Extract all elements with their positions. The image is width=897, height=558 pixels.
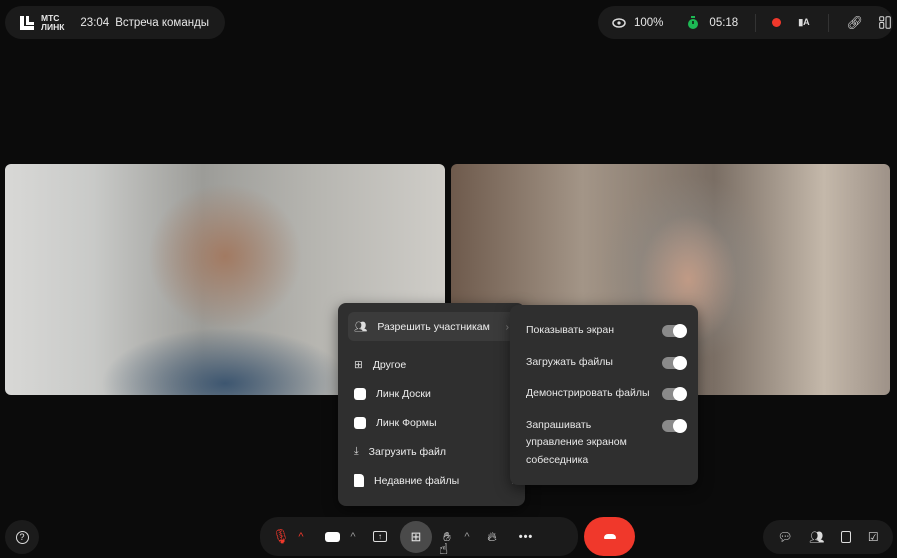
- permission-label: Загружать файлы: [526, 355, 613, 368]
- menu-item-label: Линк Формы: [376, 416, 437, 429]
- side-panels-bar: 💬︎ 👥︎ ☑: [763, 520, 893, 554]
- help-icon: ?: [15, 530, 29, 544]
- flame-icon: 🔥︎: [487, 528, 497, 544]
- reactions-button[interactable]: 🔥︎: [476, 521, 508, 553]
- apps-menu: 👥︎ Разрешить участникам › ⊞ Другое › Линк …: [338, 303, 525, 506]
- timer-icon: [687, 16, 699, 29]
- help-button[interactable]: ?: [5, 520, 39, 554]
- chat-icon[interactable]: 💬︎: [777, 530, 792, 544]
- toggle-upload-files[interactable]: [662, 355, 687, 370]
- mic-options-chevron-icon[interactable]: ^: [294, 531, 308, 543]
- divider: [755, 13, 757, 32]
- permission-label: Показывать экран: [526, 324, 614, 336]
- toggle-present-files[interactable]: [662, 387, 687, 401]
- menu-item-label: Загрузить файл: [368, 445, 446, 458]
- record-icon[interactable]: [772, 18, 782, 27]
- link-forms-icon: [354, 416, 366, 429]
- view-percent: 100%: [634, 16, 664, 29]
- call-toolbar: 🎙︎ ^ ^ ↑ ⊞ ✋︎ ^ 🔥︎ •••: [260, 517, 578, 556]
- more-button[interactable]: •••: [510, 521, 542, 553]
- permission-present-files: Демонстрировать файлы: [510, 385, 698, 403]
- menu-item-link-boards[interactable]: Линк Доски: [338, 379, 525, 408]
- permissions-submenu: Показывать экран Загружать файлы Демонст…: [510, 305, 698, 485]
- meeting-title: Встреча команды: [115, 16, 210, 29]
- permission-request-control: Запрашивать управление экраном собеседни…: [510, 417, 698, 470]
- link-icon[interactable]: 🔗︎: [847, 15, 864, 31]
- logo-line2: ЛИНК: [41, 21, 65, 32]
- eye-icon[interactable]: [612, 17, 626, 28]
- mic-off-icon: 🎙︎: [272, 528, 290, 544]
- layout-icon[interactable]: [879, 16, 891, 29]
- permission-label: Демонстрировать файлы: [526, 387, 650, 399]
- camera-options-chevron-icon[interactable]: ^: [346, 531, 360, 543]
- notes-icon[interactable]: [841, 531, 852, 543]
- meeting-time: 23:04: [80, 16, 110, 29]
- file-icon: [354, 474, 364, 487]
- chevron-right-icon: ›: [505, 320, 510, 333]
- more-icon: •••: [518, 530, 534, 543]
- apps-button[interactable]: ⊞: [400, 520, 432, 553]
- toggle-show-screen[interactable]: [662, 324, 687, 338]
- meeting-info: МТС ЛИНК 23:04 Встреча команды: [5, 6, 225, 39]
- people-icon: 👥︎: [354, 321, 368, 333]
- hand-options-chevron-icon[interactable]: ^: [460, 531, 474, 543]
- share-screen-icon: ↑: [373, 531, 387, 542]
- menu-item-label: Другое: [372, 358, 407, 371]
- menu-item-upload-file[interactable]: ⤓Загрузить файл›: [338, 437, 525, 466]
- captions-icon[interactable]: ▮A: [798, 17, 809, 28]
- mouse-cursor-icon: ☝︎: [439, 541, 449, 558]
- tasks-icon[interactable]: ☑: [868, 530, 879, 544]
- camera-icon: [324, 531, 340, 542]
- menu-item-other[interactable]: ⊞Другое›: [338, 350, 525, 379]
- permission-show-screen: Показывать экран: [510, 322, 698, 340]
- menu-item-recent-files[interactable]: Недавние файлы›: [338, 466, 525, 495]
- camera-button[interactable]: [318, 521, 346, 553]
- hang-up-icon: [603, 534, 616, 539]
- mic-muted-button[interactable]: 🎙︎: [268, 521, 294, 553]
- permission-upload-files: Загружать файлы: [510, 354, 698, 372]
- share-screen-button[interactable]: ↑: [364, 521, 396, 553]
- apps-icon: ⊞: [354, 358, 363, 371]
- apps-icon: ⊞: [410, 528, 422, 544]
- link-boards-icon: [354, 387, 366, 400]
- mts-link-logo: МТС ЛИНК: [19, 13, 65, 32]
- menu-item-allow-participants[interactable]: 👥︎ Разрешить участникам ›: [348, 312, 519, 341]
- meeting-status-bar: 100% 05:18 ▮A 🔗︎: [598, 6, 893, 39]
- menu-item-link-forms[interactable]: Линк Формы: [338, 408, 525, 437]
- divider: [827, 13, 829, 32]
- participants-icon[interactable]: 👥︎: [809, 530, 824, 544]
- toggle-request-control[interactable]: [662, 418, 687, 433]
- timer: 05:18: [709, 16, 739, 29]
- menu-item-label: Линк Доски: [376, 387, 431, 400]
- end-call-button[interactable]: [584, 517, 635, 556]
- download-icon: ⤓: [354, 445, 359, 457]
- menu-item-label: Разрешить участникам: [377, 320, 490, 333]
- permission-label: Запрашивать управление экраном собеседни…: [526, 418, 627, 466]
- menu-item-label: Недавние файлы: [374, 474, 460, 487]
